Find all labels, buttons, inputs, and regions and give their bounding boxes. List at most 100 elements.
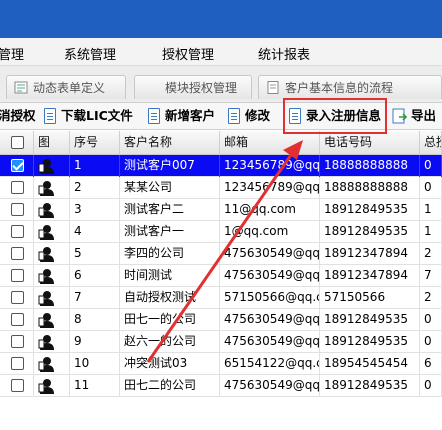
table-row[interactable]: 8田七一的公司475630549@qq.com189128495350 [0,309,442,331]
menu-bar: 管理 系统管理 授权管理 统计报表 [0,38,442,66]
export-label: 导出 [411,108,437,123]
row-serial-no: 10 [70,353,120,375]
row-customer-name: 赵六一的公司 [120,331,220,353]
row-email: 475630549@qq.com [220,309,320,331]
row-total-license: 0 [420,177,442,199]
row-serial-no: 11 [70,375,120,397]
table-row[interactable]: 2某某公司123456789@qq.com188888888880 [0,177,442,199]
document-icon [148,108,160,124]
row-image-cell [34,375,70,397]
row-checkbox[interactable] [11,379,24,392]
row-serial-no: 3 [70,199,120,221]
header-email[interactable]: 邮箱 [220,131,320,155]
table-row[interactable]: 6时间测试475630549@qq.com189123478947 [0,265,442,287]
row-total-license: 0 [420,331,442,353]
customer-avatar-icon [38,291,54,306]
row-total-license: 7 [420,265,442,287]
header-serial-no[interactable]: 序号 [70,131,120,155]
edit-label: 修改 [245,108,271,123]
row-checkbox[interactable] [11,269,24,282]
customer-avatar-icon [38,357,54,372]
row-checkbox[interactable] [11,357,24,370]
customer-avatar-icon [38,203,54,218]
row-total-license: 2 [420,243,442,265]
row-total-license: 1 [420,199,442,221]
row-select-cell[interactable] [0,155,34,177]
row-total-license: 2 [420,287,442,309]
row-phone: 57150566 [320,287,420,309]
add-customer-button[interactable]: 新增客户 [146,107,215,127]
row-select-cell[interactable] [0,353,34,375]
row-select-cell[interactable] [0,199,34,221]
select-all-checkbox[interactable] [11,136,24,149]
row-select-cell[interactable] [0,287,34,309]
row-checkbox[interactable] [11,203,24,216]
row-total-license: 0 [420,155,442,177]
row-select-cell[interactable] [0,375,34,397]
row-customer-name: 测试客户007 [120,155,220,177]
menu-item-license-management[interactable]: 授权管理 [162,44,214,63]
row-select-cell[interactable] [0,265,34,287]
row-total-license: 1 [420,221,442,243]
row-image-cell [34,287,70,309]
table-row[interactable]: 7自动授权测试57150566@qq.com571505662 [0,287,442,309]
row-customer-name: 冲突测试03 [120,353,220,375]
header-customer-name[interactable]: 客户名称 [120,131,220,155]
header-phone[interactable]: 电话号码 [320,131,420,155]
row-phone: 18912849535 [320,221,420,243]
row-serial-no: 4 [70,221,120,243]
menu-item-system-management[interactable]: 系统管理 [64,44,116,63]
row-phone: 18912347894 [320,243,420,265]
row-checkbox[interactable] [11,247,24,260]
document-icon [44,108,56,124]
row-serial-no: 7 [70,287,120,309]
table-row[interactable]: 10冲突测试0365154122@qq.com189545454546 [0,353,442,375]
row-email: 123456789@qq.com [220,177,320,199]
tab-customer-info-flow[interactable]: 客户基本信息的流程 [258,75,442,99]
table-row[interactable]: 9赵六一的公司475630549@qq.com189128495350 [0,331,442,353]
edit-button[interactable]: 修改 [226,107,270,127]
tab-dynamic-form[interactable]: 动态表单定义 [6,75,126,99]
row-image-cell [34,199,70,221]
header-select-all[interactable] [0,131,34,155]
header-total-license[interactable]: 总授 [420,131,442,155]
table-row[interactable]: 5李四的公司475630549@qq.com189123478942 [0,243,442,265]
row-total-license: 0 [420,375,442,397]
row-checkbox[interactable] [11,181,24,194]
customer-avatar-icon [38,379,54,394]
document-icon [267,81,279,94]
row-phone: 18888888888 [320,177,420,199]
row-select-cell[interactable] [0,309,34,331]
row-total-license: 0 [420,309,442,331]
download-lic-button[interactable]: 下载LIC文件 [42,107,133,127]
tab-module-license[interactable]: 模块授权管理 [134,75,252,99]
menu-item-statistics-reports[interactable]: 统计报表 [258,44,310,63]
row-customer-name: 时间测试 [120,265,220,287]
row-checkbox[interactable] [11,291,24,304]
row-select-cell[interactable] [0,221,34,243]
row-select-cell[interactable] [0,177,34,199]
tab-label: 动态表单定义 [33,81,106,95]
menu-item-management[interactable]: 管理 [0,44,24,63]
row-checkbox[interactable] [11,225,24,238]
row-checkbox[interactable] [11,335,24,348]
table-row[interactable]: 4 测试客户一 1@qq.com 18912849535 1 [0,221,442,243]
revoke-license-button[interactable]: 消授权 [0,107,36,127]
row-image-cell [34,221,70,243]
row-select-cell[interactable] [0,243,34,265]
row-select-cell[interactable] [0,331,34,353]
row-checkbox[interactable] [11,159,24,172]
row-phone: 18912849535 [320,375,420,397]
row-customer-name: 田七一的公司 [120,309,220,331]
tab-label: 客户基本信息的流程 [285,81,394,95]
customer-table: 图 序号 客户名称 邮箱 电话号码 总授 1测试客户007123456789@q… [0,131,442,430]
header-image[interactable]: 图 [34,131,70,155]
export-button[interactable]: 导出 [392,107,436,127]
row-customer-name: 自动授权测试 [120,287,220,309]
table-row[interactable]: 1测试客户007123456789@qq.com188888888880 [0,155,442,177]
row-checkbox[interactable] [11,313,24,326]
row-image-cell [34,353,70,375]
table-row[interactable]: 3 测试客户二 11@qq.com 18912849535 1 [0,199,442,221]
row-image-cell [34,309,70,331]
table-row[interactable]: 11田七二的公司475630549@qq.com189128495350 [0,375,442,397]
